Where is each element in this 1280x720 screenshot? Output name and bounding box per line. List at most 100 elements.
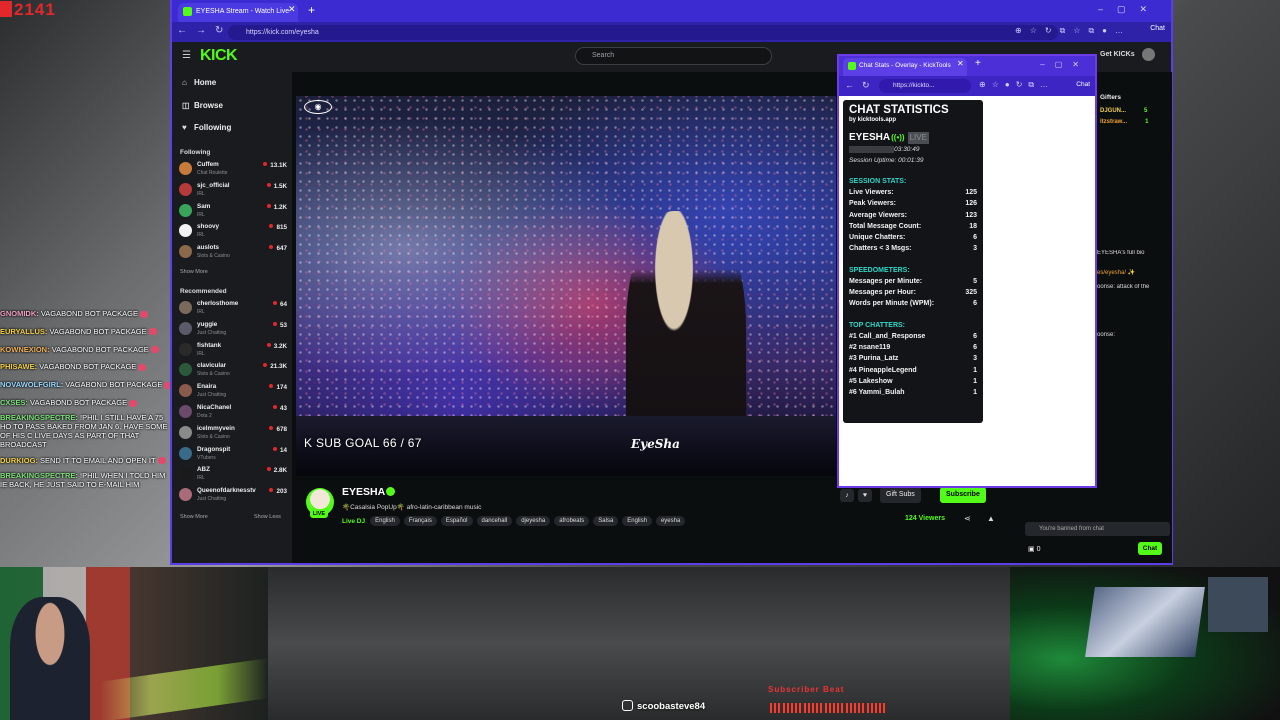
show-more-following[interactable]: Show More	[180, 269, 208, 275]
stream-tag[interactable]: Salsa	[593, 516, 619, 526]
address-bar-row: ←→↻ https://kick.com/eyesha ⊕☆↻⧉☆⧉●… Cha…	[172, 22, 1171, 42]
overlay-chat-line: KOWNEXION: VAGABOND BOT PACKAGE	[0, 341, 170, 359]
channel-item[interactable]: yuggie Just Chatting 53	[179, 319, 287, 339]
channel-item[interactable]: Sam IRL 1.2K	[179, 201, 287, 221]
gifter-entry[interactable]: itzstraw... 1	[1100, 119, 1148, 125]
channel-avatar	[179, 203, 192, 217]
stream-tag[interactable]: dancehall	[476, 516, 513, 526]
subscriber-beat-label: Subscriber Beat	[768, 685, 845, 694]
sidebar-item-following[interactable]: ♥ Following	[182, 123, 231, 132]
nav-buttons[interactable]: ←→↻	[177, 25, 232, 36]
window-controls[interactable]: –▢✕	[1098, 4, 1161, 15]
video-player[interactable]: ◉ K SUB GOAL 66 / 67 EyeSha	[296, 96, 836, 476]
window-controls[interactable]: –▢✕	[1040, 60, 1089, 69]
stream-tag[interactable]: djeyesha	[516, 516, 551, 526]
verified-icon	[386, 487, 395, 496]
stream-tag[interactable]: Español	[440, 516, 473, 526]
beat-bar	[824, 703, 827, 713]
channel-item[interactable]: Dragonspit VTubers 14	[179, 444, 287, 464]
channel-item[interactable]: sjc_official IRL 1.5K	[179, 180, 287, 200]
search-input[interactable]: Search	[575, 47, 772, 65]
beat-bar	[833, 703, 835, 713]
channel-item[interactable]: auslots Slots & Casino 647	[179, 242, 287, 262]
overlay-chat-line: EURYALLUS: VAGABOND BOT PACKAGE	[0, 323, 170, 341]
subscribe-button[interactable]: Subscribe	[940, 487, 986, 503]
show-more-recommended[interactable]: Show More	[180, 514, 208, 520]
copilot-chat-button[interactable]: Chat	[1076, 81, 1090, 88]
beat-bar	[774, 703, 777, 713]
kick-icon	[0, 1, 12, 17]
stat-row: Chatters < 3 Msgs: 3	[849, 245, 977, 253]
chat-banned-input: You're banned from chat	[1025, 522, 1170, 536]
recommended-section-title: Recommended	[180, 288, 227, 295]
get-kicks-button[interactable]: Get KICKs	[1100, 51, 1135, 58]
channel-item[interactable]: fishtank IRL 3.2K	[179, 340, 287, 360]
kick-logo[interactable]: KICK	[200, 47, 238, 65]
beat-bar	[879, 703, 882, 713]
new-tab-icon[interactable]: +	[308, 3, 315, 17]
nav-buttons[interactable]: ←↻	[845, 80, 878, 91]
toolbar-icons[interactable]: ⊕☆↻⧉☆⧉●…	[1015, 26, 1131, 36]
url-field[interactable]: https://kickto...	[879, 79, 971, 93]
stream-tags: Live DJ English Français Español dancehall dj…	[342, 516, 689, 526]
beat-bar	[862, 703, 865, 713]
close-tab-icon[interactable]: ✕	[288, 4, 296, 15]
show-less-button[interactable]: Show Less	[254, 514, 281, 520]
report-icon[interactable]: ▲	[987, 514, 995, 523]
stat-row: Messages per Hour: 325	[849, 289, 977, 297]
avatar[interactable]	[1142, 48, 1155, 61]
channel-item[interactable]: Cuffem Chat Roulette 13.1K	[179, 159, 287, 179]
channel-item[interactable]: icelmmyvein Slots & Casino 678	[179, 423, 287, 443]
new-tab-icon[interactable]: +	[975, 58, 981, 69]
sidebar-item-browse[interactable]: ◫ Browse	[182, 101, 223, 110]
channel-item[interactable]: shoovy IRL 815	[179, 221, 287, 241]
beat-bar	[837, 703, 840, 713]
kick-favicon-icon	[183, 7, 192, 16]
toolbar-icons[interactable]: ⊕☆●↻⧉…	[979, 80, 1054, 90]
session-stats: Live Viewers: 125 Peak Viewers: 126 Average …	[849, 187, 977, 255]
tab-chat-stats[interactable]: Chat Stats - Overlay - KickTools	[843, 58, 967, 76]
send-chat-button[interactable]: Chat	[1138, 542, 1162, 555]
kicks-balance[interactable]: ▣ 0	[1028, 545, 1040, 553]
follow-heart-icon[interactable]: ♥	[858, 489, 872, 502]
sidebar: ⌂ Home ◫ Browse ♥ Following Following Cuffem Cha…	[172, 72, 292, 563]
category-link[interactable]: Live DJ	[342, 518, 365, 525]
chat-emote-icon	[139, 310, 148, 318]
stat-row: #2 nsane119 6	[849, 343, 977, 351]
streamer-name[interactable]: EYESHA	[342, 486, 385, 498]
tab-eyesha-stream[interactable]: EYESHA Stream - Watch Live	[178, 3, 298, 22]
video-logo-badge: ◉	[304, 100, 332, 114]
channel-item[interactable]: clavicular Slots & Casino 21.3K	[179, 360, 287, 380]
overlay-chat-line: NOVAWOLFGIRL: VAGABOND BOT PACKAGE	[0, 376, 170, 394]
channel-item[interactable]: cherlosthome IRL 64	[179, 298, 287, 318]
channel-item[interactable]: Enaira Just Chatting 174	[179, 381, 287, 401]
stream-tag[interactable]: English	[622, 516, 652, 526]
sidebar-item-home[interactable]: ⌂ Home	[182, 78, 216, 87]
menu-icon[interactable]: ☰	[182, 50, 191, 61]
stream-tag[interactable]: English	[370, 516, 400, 526]
share-icon[interactable]: ⋖	[964, 514, 971, 523]
beat-bar	[799, 703, 802, 713]
notification-bell-icon[interactable]: ♪	[840, 489, 854, 502]
stat-row: Unique Chatters: 6	[849, 234, 977, 242]
stream-tag[interactable]: Français	[403, 516, 437, 526]
stream-tag[interactable]: eyesha	[655, 516, 686, 526]
sub-goal: K SUB GOAL 66 / 67	[304, 436, 422, 450]
webcam-room	[1010, 567, 1280, 720]
copilot-chat-button[interactable]: Chat	[1150, 25, 1165, 32]
gift-subs-button[interactable]: Gift Subs	[880, 487, 921, 503]
beat-bar	[883, 703, 886, 713]
webcam-blur	[268, 567, 1010, 720]
channel-item[interactable]: NicaChanel Dota 2 43	[179, 402, 287, 422]
channel-avatar	[179, 342, 192, 356]
overlay-chat: GNOMIDK: VAGABOND BOT PACKAGE EURYALLUS: …	[0, 305, 170, 492]
channel-item[interactable]: Queenofdarknesstv Just Chatting 203	[179, 485, 287, 505]
stat-row: Words per Minute (WPM): 6	[849, 300, 977, 308]
stream-tag[interactable]: afrobeats	[554, 516, 590, 526]
gifter-entry[interactable]: DJGUN... 5	[1100, 108, 1147, 114]
url-field[interactable]: https://kick.com/eyesha	[228, 25, 1058, 40]
close-tab-icon[interactable]: ✕	[957, 59, 964, 68]
channel-item[interactable]: ABZ IRL 2.8K	[179, 464, 287, 484]
session-stats-heading: SESSION STATS:	[849, 178, 907, 185]
channel-avatar	[179, 363, 192, 377]
